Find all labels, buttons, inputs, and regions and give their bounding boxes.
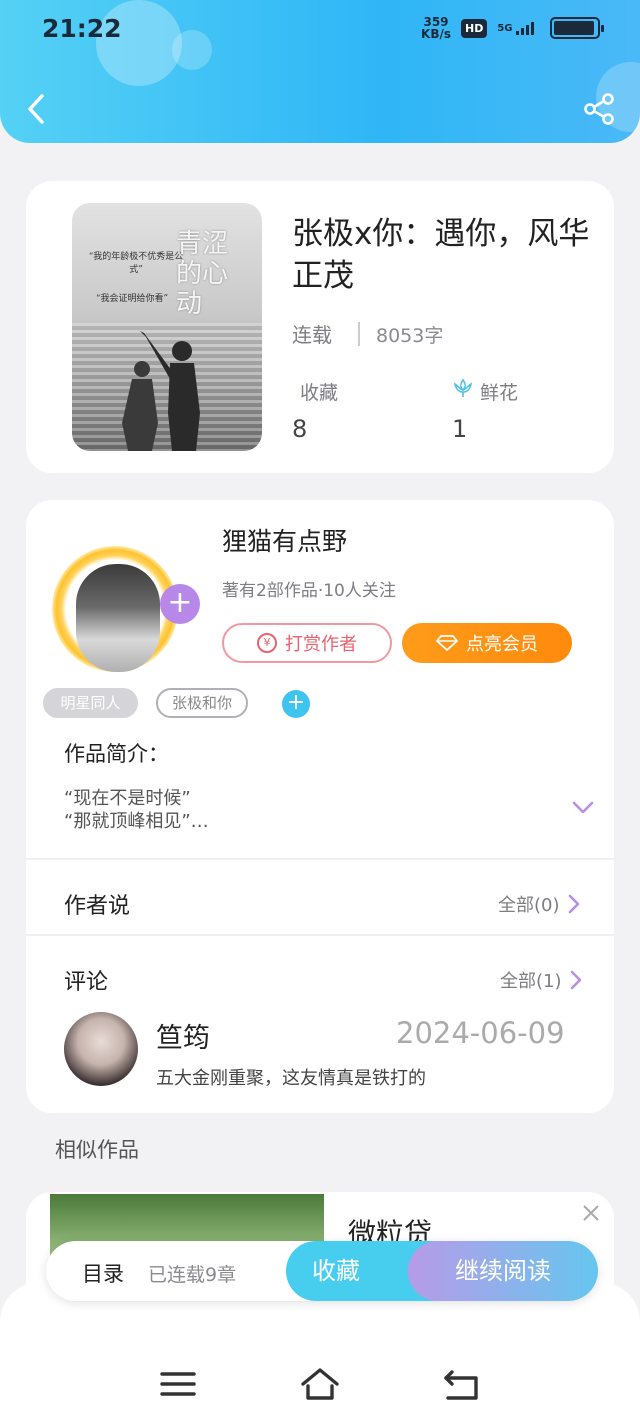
comment-date: 2024-06-09 xyxy=(396,1016,565,1050)
continue-reading-button[interactable]: 继续阅读 xyxy=(408,1241,598,1301)
similar-works-title: 相似作品 xyxy=(55,1138,139,1162)
author-meta: 著有2部作品·10人关注 xyxy=(222,581,396,601)
comment-text[interactable]: 五大金刚重聚，这友情真是铁打的 xyxy=(156,1064,426,1090)
signal-icon: 5G xyxy=(497,21,540,35)
flower-icon xyxy=(453,378,473,397)
status-time: 21:22 xyxy=(42,14,122,43)
toc-button[interactable]: 目录 xyxy=(82,1258,124,1288)
vip-label: 点亮会员 xyxy=(466,634,538,655)
book-title: 张极x你：遇你，风华正茂 xyxy=(292,216,590,294)
book-cover[interactable]: “我的年龄极不优秀是公式” “我会证明给你看” 青涩的心动 xyxy=(72,203,262,451)
commenter-avatar[interactable] xyxy=(64,1012,138,1086)
decor-bubble xyxy=(172,30,212,70)
collect-count: 8 xyxy=(292,415,308,443)
share-icon[interactable] xyxy=(582,92,616,126)
coin-icon: ¥ xyxy=(257,633,277,653)
author-card: + 狸猫有点野 著有2部作品·10人关注 ¥ 打赏作者 点亮会员 明星同人 张极… xyxy=(26,500,614,1113)
system-nav-bar xyxy=(0,1282,640,1422)
back-icon[interactable] xyxy=(22,92,52,126)
status-icons: 359 KB/s HD 5G xyxy=(421,15,604,41)
avatar-photo xyxy=(76,564,160,672)
back-nav-icon[interactable] xyxy=(442,1364,482,1404)
chevron-right-icon xyxy=(568,894,579,914)
home-icon[interactable] xyxy=(300,1364,340,1404)
tag-item[interactable]: 明星同人 xyxy=(43,688,138,718)
chapter-status: 已连载9章 xyxy=(148,1264,237,1286)
intro-line: “那就顶峰相见”… xyxy=(64,811,209,832)
divider xyxy=(358,322,360,346)
comments-title: 评论 xyxy=(64,970,109,995)
author-says-all-link[interactable]: 全部(0) xyxy=(498,891,580,917)
commenter-name[interactable]: 笪筠 xyxy=(156,1016,210,1055)
flower-label: 鲜花 xyxy=(480,382,519,404)
network-speed: 359 KB/s xyxy=(421,15,451,41)
close-icon[interactable] xyxy=(582,1204,600,1222)
reward-label: 打赏作者 xyxy=(285,634,357,655)
word-count: 8053字 xyxy=(376,325,444,347)
author-name[interactable]: 狸猫有点野 xyxy=(222,522,347,558)
author-avatar[interactable]: + xyxy=(46,540,200,672)
reward-author-button[interactable]: ¥ 打赏作者 xyxy=(222,623,392,663)
follow-button[interactable]: + xyxy=(160,584,200,624)
comments-all-link[interactable]: 全部(1) xyxy=(500,967,582,993)
tag-item[interactable]: 张极和你 xyxy=(156,688,248,718)
book-info-card: “我的年龄极不优秀是公式” “我会证明给你看” 青涩的心动 张极x你：遇你，风华… xyxy=(26,181,614,473)
divider xyxy=(26,934,614,936)
author-says-title: 作者说 xyxy=(64,894,131,919)
bottom-action-bar: 目录 已连载9章 收藏 继续阅读 xyxy=(46,1241,598,1301)
top-header: 21:22 359 KB/s HD 5G xyxy=(0,0,640,143)
cover-silhouette xyxy=(122,331,200,451)
flower-count: 1 xyxy=(452,415,468,443)
chevron-down-icon[interactable] xyxy=(572,800,594,816)
add-tag-button[interactable]: + xyxy=(282,690,310,718)
vip-button[interactable]: 点亮会员 xyxy=(402,623,572,663)
menu-icon[interactable] xyxy=(158,1364,198,1404)
intro-title: 作品简介： xyxy=(64,742,169,766)
hd-icon: HD xyxy=(461,18,488,38)
book-status: 连载 xyxy=(292,323,332,347)
collect-label: 收藏 xyxy=(300,382,339,404)
chevron-right-icon xyxy=(570,970,581,990)
battery-icon xyxy=(550,17,604,39)
divider xyxy=(26,858,614,860)
diamond-icon xyxy=(436,635,458,651)
decor-bubble xyxy=(96,0,182,86)
